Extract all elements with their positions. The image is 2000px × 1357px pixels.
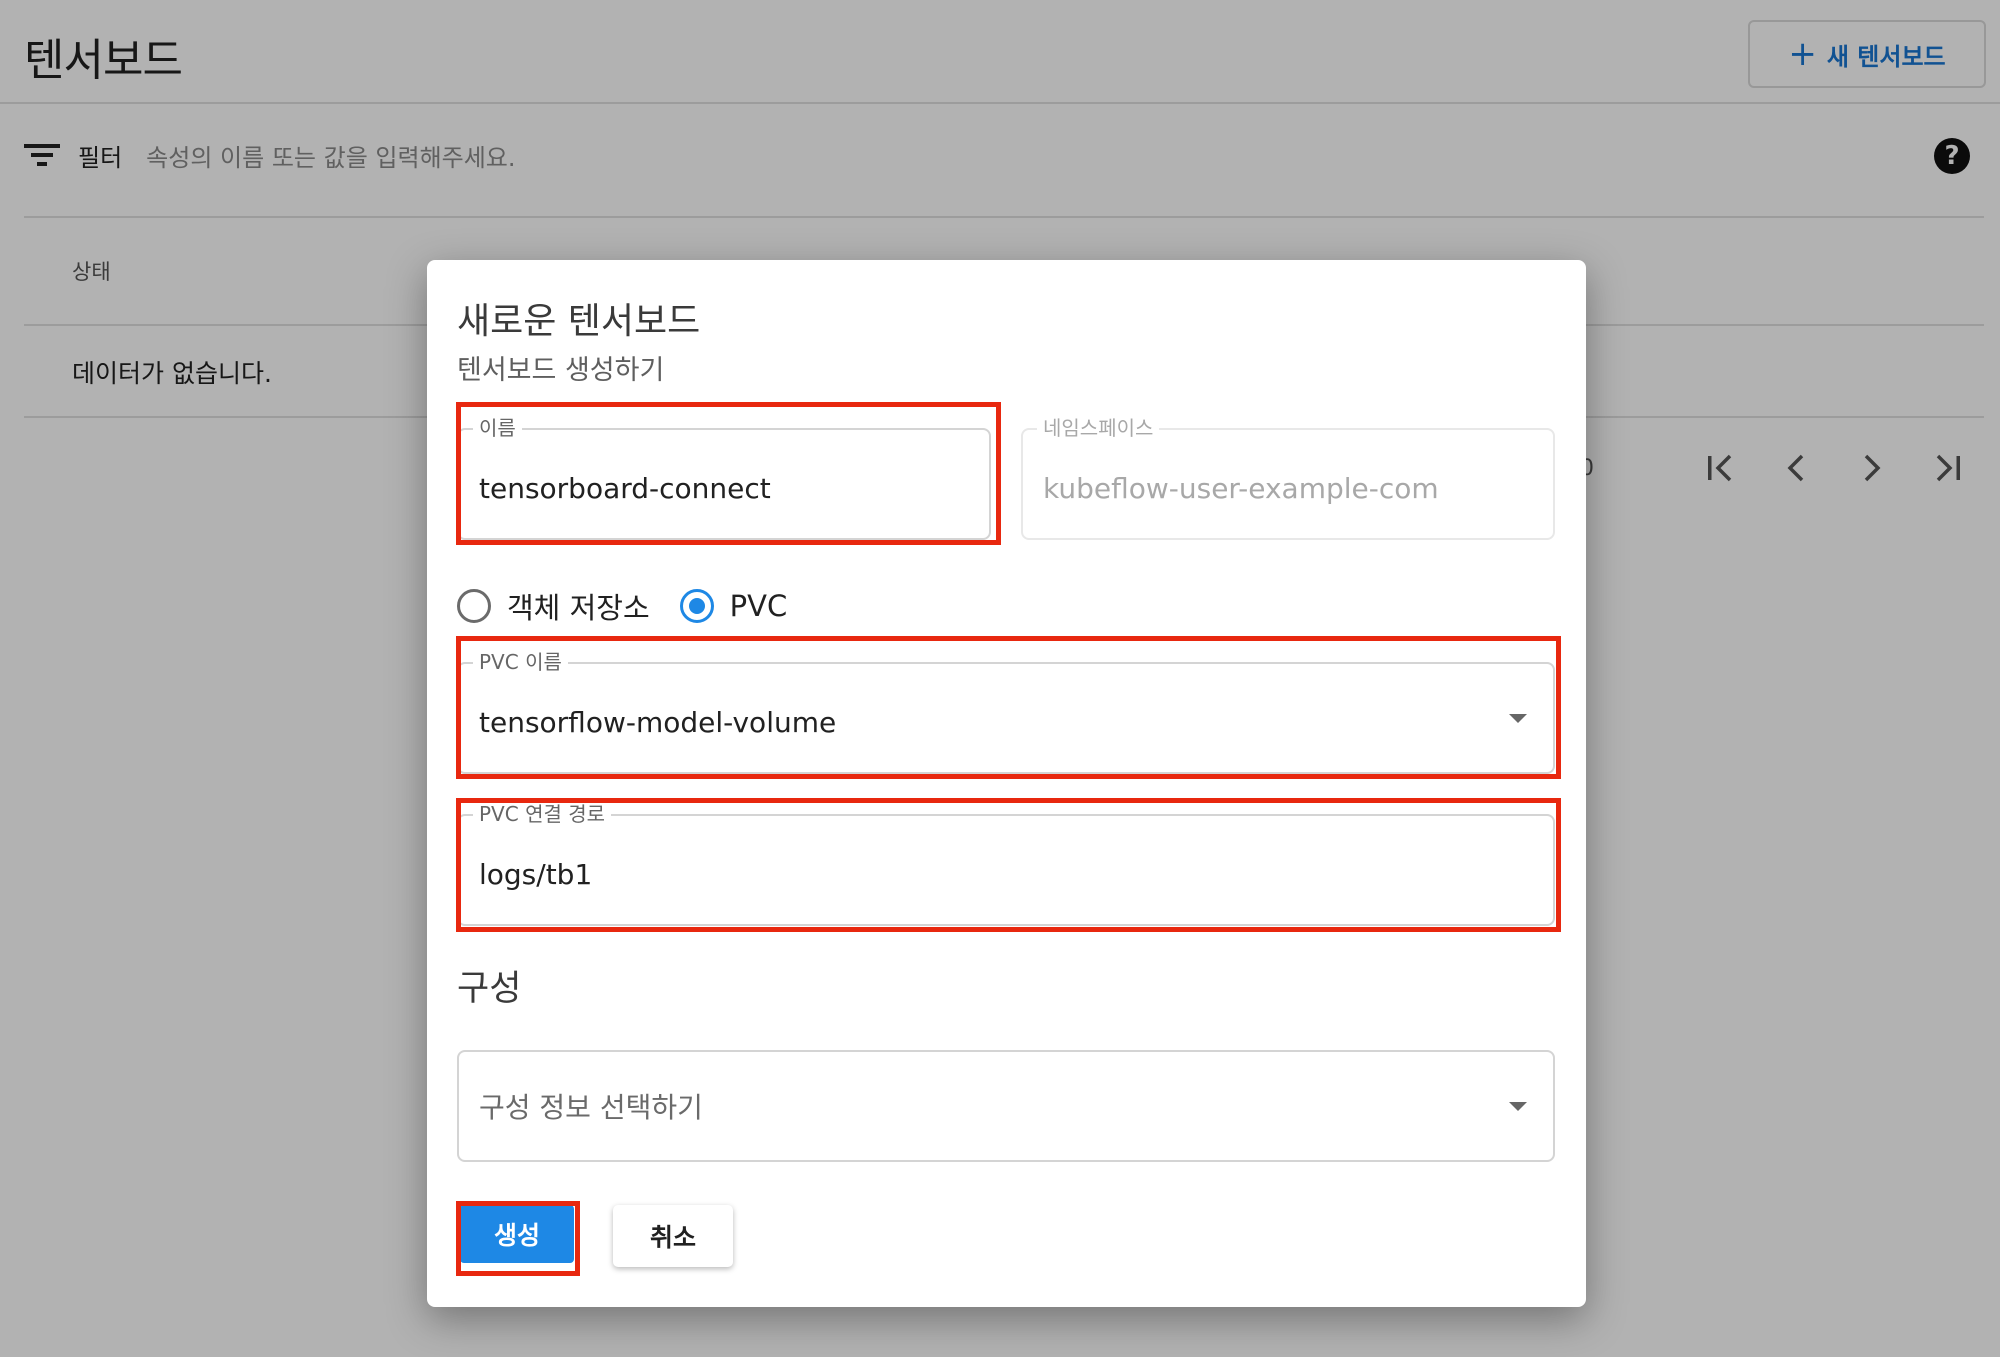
- name-field[interactable]: 이름 tensorboard-connect: [457, 416, 991, 540]
- new-tensorboard-dialog: 새로운 텐서보드 텐서보드 생성하기 이름 tensorboard-connec…: [427, 260, 1586, 1307]
- configuration-select[interactable]: 구성 정보 선택하기: [457, 1050, 1555, 1162]
- pvc-name-select[interactable]: PVC 이름 tensorflow-model-volume: [457, 650, 1555, 774]
- cancel-button[interactable]: 취소: [613, 1205, 733, 1267]
- radio-pvc[interactable]: PVC: [679, 589, 788, 623]
- pvc-mount-path-value: logs/tb1: [479, 858, 593, 891]
- dropdown-arrow-icon: [1509, 714, 1527, 723]
- pvc-name-label: PVC 이름: [473, 650, 568, 674]
- configuration-select-placeholder: 구성 정보 선택하기: [479, 1091, 703, 1124]
- radio-unchecked-icon: [457, 589, 491, 623]
- name-field-value: tensorboard-connect: [479, 472, 771, 505]
- radio-checked-icon: [679, 589, 714, 623]
- dialog-title: 새로운 텐서보드: [457, 301, 701, 342]
- namespace-field: 네임스페이스 kubeflow-user-example-com: [1021, 416, 1555, 540]
- namespace-field-label: 네임스페이스: [1037, 416, 1160, 440]
- configuration-section-title: 구성: [457, 969, 522, 1009]
- pvc-mount-path-field[interactable]: PVC 연결 경로 logs/tb1: [457, 802, 1555, 926]
- namespace-field-value: kubeflow-user-example-com: [1043, 472, 1439, 505]
- pvc-name-value: tensorflow-model-volume: [479, 706, 837, 739]
- create-button[interactable]: 생성: [460, 1205, 574, 1263]
- dropdown-arrow-icon: [1509, 1102, 1527, 1111]
- name-field-label: 이름: [473, 416, 522, 440]
- storage-type-radio-group: 객체 저장소 PVC: [457, 582, 817, 630]
- pvc-mount-path-label: PVC 연결 경로: [473, 802, 612, 826]
- radio-object-storage[interactable]: 객체 저장소: [457, 585, 650, 627]
- radio-pvc-label: PVC: [729, 589, 788, 623]
- dialog-subtitle: 텐서보드 생성하기: [457, 355, 665, 386]
- radio-object-storage-label: 객체 저장소: [507, 591, 650, 625]
